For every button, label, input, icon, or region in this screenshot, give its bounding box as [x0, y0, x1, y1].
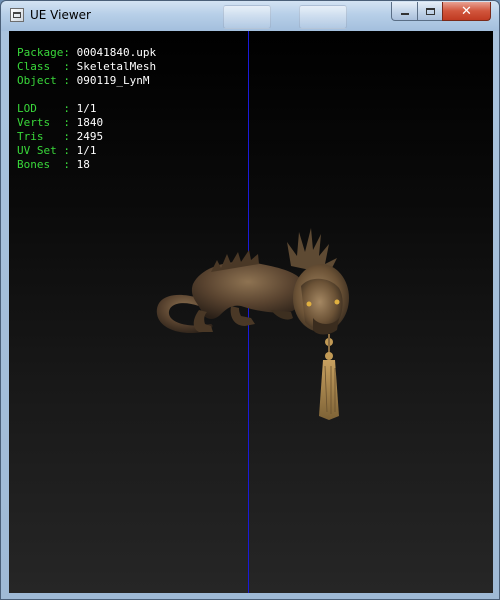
background-window-ghost [299, 5, 347, 29]
info-row-tris: Tris : 2495 [17, 130, 156, 144]
info-row-bones: Bones : 18 [17, 158, 156, 172]
info-row-object: Object : 090119_LynM [17, 74, 156, 88]
app-window: UE Viewer ✕ Package: 00041840.upk Class … [0, 0, 500, 600]
info-value: 1/1 [76, 102, 97, 115]
close-button[interactable]: ✕ [442, 2, 491, 21]
info-label: Verts : [17, 116, 77, 129]
info-value: 1/1 [76, 144, 97, 157]
info-value: 18 [76, 158, 90, 171]
info-row-uvset: UV Set : 1/1 [17, 144, 156, 158]
minimize-button[interactable] [391, 2, 418, 21]
info-label: Package: [17, 46, 77, 59]
info-label: Object : [17, 74, 77, 87]
maximize-icon [425, 7, 435, 15]
mesh-info-overlay: Package: 00041840.upk Class : SkeletalMe… [17, 46, 156, 172]
close-icon: ✕ [461, 3, 472, 19]
info-value: 00041840.upk [76, 46, 157, 59]
info-label: Tris : [17, 130, 77, 143]
info-row-package: Package: 00041840.upk [17, 46, 156, 60]
info-row-lod: LOD : 1/1 [17, 102, 156, 116]
info-label: Class : [17, 60, 77, 73]
info-value: 2495 [76, 130, 104, 143]
dragon-lion-mesh-icon[interactable] [141, 206, 351, 421]
maximize-button[interactable] [417, 2, 443, 21]
info-value: 1840 [76, 116, 104, 129]
app-icon [10, 8, 24, 22]
info-row-verts: Verts : 1840 [17, 116, 156, 130]
info-value: SkeletalMesh [76, 60, 157, 73]
info-value: 090119_LynM [76, 74, 150, 87]
info-label: UV Set : [17, 144, 77, 157]
background-window-ghost [223, 5, 271, 29]
info-label: LOD : [17, 102, 77, 115]
minimize-icon [400, 13, 409, 15]
title-bar[interactable]: UE Viewer ✕ [1, 1, 499, 31]
3d-viewport[interactable]: Package: 00041840.upk Class : SkeletalMe… [9, 31, 493, 593]
window-title: UE Viewer [30, 8, 91, 22]
info-label: Bones : [17, 158, 77, 171]
info-row-class: Class : SkeletalMesh [17, 60, 156, 74]
